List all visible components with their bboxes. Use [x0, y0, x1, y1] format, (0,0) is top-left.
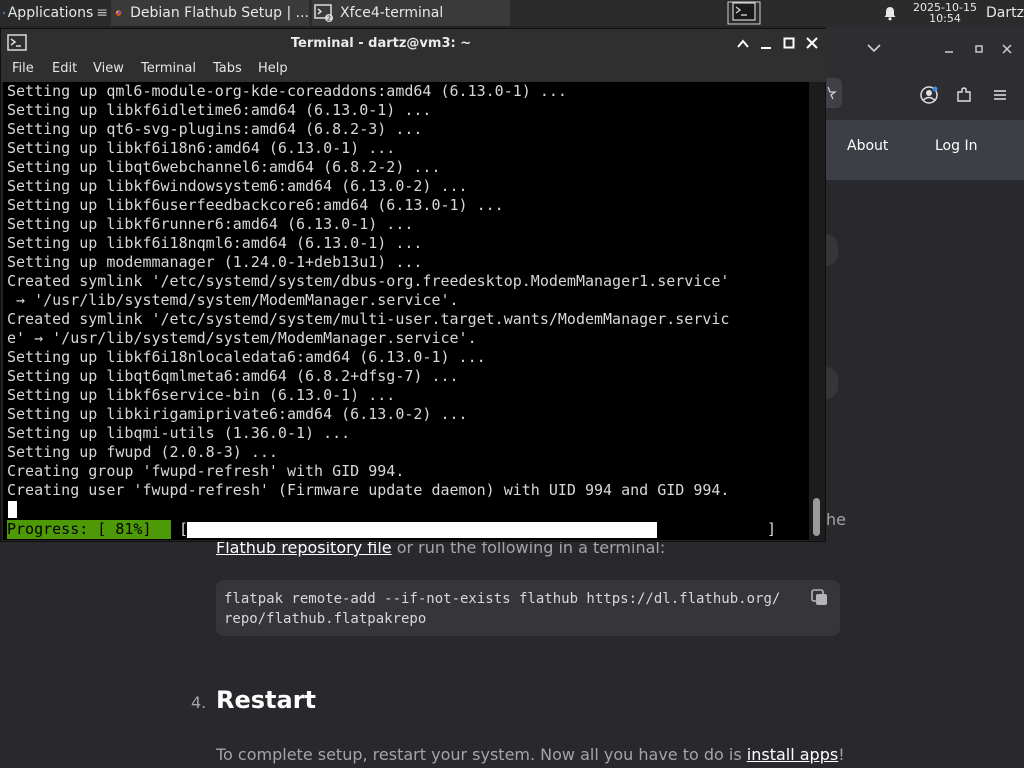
browser-titlebar: [826, 26, 1024, 70]
minimize-icon[interactable]: [760, 38, 772, 50]
terminal-line: Setting up libkf6i18nqml6:amd64 (6.13.0-…: [7, 234, 423, 252]
menu-tabs[interactable]: Tabs: [213, 61, 242, 76]
url-bar-end[interactable]: [826, 78, 842, 108]
user-name: Dartz: [986, 5, 1024, 21]
terminal-titlebar[interactable]: Terminal - dartz@vm3: ~: [1, 29, 827, 57]
notifications-button[interactable]: [876, 0, 904, 26]
minimize-icon[interactable]: [943, 43, 955, 55]
terminal-line: Setting up libqmi-utils (1.36.0-1) ...: [7, 424, 351, 442]
menu-help[interactable]: Help: [258, 61, 288, 76]
terminal-line: Setting up libkf6i18n6:amd64 (6.13.0-1) …: [7, 139, 396, 157]
terminal-line: Setting up libkf6idletime6:amd64 (6.13.0…: [7, 101, 432, 119]
terminal-line: Setting up qml6-module-org-kde-coreaddon…: [7, 82, 567, 100]
scrollbar-thumb[interactable]: [813, 498, 820, 536]
code-text[interactable]: flatpak remote-add --if-not-exists flath…: [224, 589, 780, 629]
close-icon[interactable]: [806, 37, 818, 49]
star-icon: [827, 86, 837, 100]
maximize-icon[interactable]: [783, 37, 795, 49]
restart-text: To complete setup, restart your system. …: [216, 745, 747, 764]
site-nav: About Log In: [826, 120, 1024, 180]
maximize-icon[interactable]: [973, 43, 985, 55]
applications-menu-button[interactable]: Applications ≡: [0, 0, 108, 26]
terminal-line: e' → '/usr/lib/systemd/system/ModemManag…: [7, 329, 477, 347]
chevron-down-icon[interactable]: [867, 43, 881, 53]
terminal-line: Created symlink '/etc/systemd/system/mul…: [7, 310, 730, 328]
account-icon[interactable]: [919, 85, 939, 105]
terminal-cursor: [8, 501, 17, 518]
terminal-launcher-button[interactable]: [727, 0, 763, 26]
extensions-icon[interactable]: [955, 86, 973, 104]
menu-edit[interactable]: Edit: [52, 61, 77, 76]
browser-toolbar: [826, 70, 1024, 120]
user-menu-button[interactable]: Dartz: [986, 0, 1024, 26]
code-line-2: repo/flathub.flatpakrepo: [224, 611, 427, 627]
chevron-up-icon[interactable]: [737, 39, 749, 49]
terminal-output[interactable]: Setting up qml6-module-org-kde-coreaddon…: [3, 82, 809, 540]
copy-icon[interactable]: [810, 588, 830, 608]
terminal-line: Setting up libkf6i18nlocaledata6:amd64 (…: [7, 348, 486, 366]
taskbar-button-terminal[interactable]: 2 Xfce4-terminal: [312, 0, 510, 26]
terminal-line: Creating group 'fwupd-refresh' with GID …: [7, 462, 405, 480]
terminal-line: Setting up libkf6service-bin (6.13.0-1) …: [7, 386, 396, 404]
terminal-line: Setting up libqt6qmlmeta6:amd64 (6.8.2+d…: [7, 367, 459, 385]
menu-file[interactable]: File: [12, 61, 34, 76]
terminal-line: → '/usr/lib/systemd/system/ModemManager.…: [7, 291, 459, 309]
page-text-fragment: he: [826, 510, 846, 529]
menu-icon[interactable]: [992, 87, 1008, 103]
bell-icon: [884, 7, 896, 21]
browser-window: About Log In: [826, 26, 1024, 180]
progress-bar-fill: [187, 522, 657, 538]
terminal-line: Setting up qt6-svg-plugins:amd64 (6.8.2-…: [7, 120, 423, 138]
terminal-window: Terminal - dartz@vm3: ~ File Edit View T…: [0, 28, 827, 542]
terminal-line: Setting up libkf6runner6:amd64 (6.13.0-1…: [7, 215, 414, 233]
terminal-menubar: File Edit View Terminal Tabs Help: [1, 57, 827, 82]
install-apps-link[interactable]: install apps: [747, 745, 838, 764]
taskbar-button-browser[interactable]: Debian Flathub Setup | ...: [111, 0, 309, 26]
terminal-line: Setting up fwupd (2.0.8-3) ...: [7, 443, 278, 461]
xfce-logo-icon: [2, 11, 6, 15]
step-number: 4.: [191, 693, 207, 712]
firefox-icon: [115, 10, 122, 16]
top-panel: Applications ≡ Debian Flathub Setup | ..…: [0, 0, 1024, 26]
terminal-icon: 2: [314, 4, 333, 23]
restart-text-end: !: [838, 745, 845, 764]
terminal-launcher-icon: [727, 1, 761, 25]
terminal-line: Setting up modemmanager (1.24.0-1+deb13u…: [7, 253, 423, 271]
terminal-line: Setting up libkirigamiprivate6:amd64 (6.…: [7, 405, 468, 423]
terminal-line: Setting up libkf6userfeedbackcore6:amd64…: [7, 196, 504, 214]
step-heading-restart: Restart: [216, 686, 317, 714]
progress-bar: [187, 522, 767, 538]
menu-view[interactable]: View: [93, 61, 124, 76]
menu-terminal[interactable]: Terminal: [141, 61, 196, 76]
terminal-line: Created symlink '/etc/systemd/system/dbu…: [7, 272, 730, 290]
separator-icon: ≡: [96, 5, 108, 21]
clock[interactable]: 2025-10-15 10:54: [906, 0, 984, 26]
terminal-line: Creating user 'fwupd-refresh' (Firmware …: [7, 481, 730, 499]
nav-about-link[interactable]: About: [847, 138, 888, 154]
terminal-scrollbar[interactable]: [809, 82, 825, 540]
window-count-badge: 2: [327, 15, 331, 23]
terminal-line: Setting up libqt6webchannel6:amd64 (6.8.…: [7, 158, 441, 176]
progress-label: Progress: [ 81%]: [7, 520, 171, 539]
terminal-line: Setting up libkf6windowsystem6:amd64 (6.…: [7, 177, 468, 195]
code-line-1: flatpak remote-add --if-not-exists flath…: [224, 591, 781, 607]
close-icon[interactable]: [1001, 43, 1013, 55]
nav-login-link[interactable]: Log In: [935, 138, 977, 154]
taskbar-label-terminal: Xfce4-terminal: [340, 5, 444, 21]
terminal-title: Terminal - dartz@vm3: ~: [290, 35, 472, 51]
clock-time: 10:54: [929, 12, 961, 25]
taskbar-label-browser: Debian Flathub Setup | ...: [130, 5, 309, 21]
restart-paragraph: To complete setup, restart your system. …: [216, 745, 845, 764]
applications-label: Applications: [7, 5, 94, 21]
progress-bracket-close: ]: [767, 520, 777, 538]
